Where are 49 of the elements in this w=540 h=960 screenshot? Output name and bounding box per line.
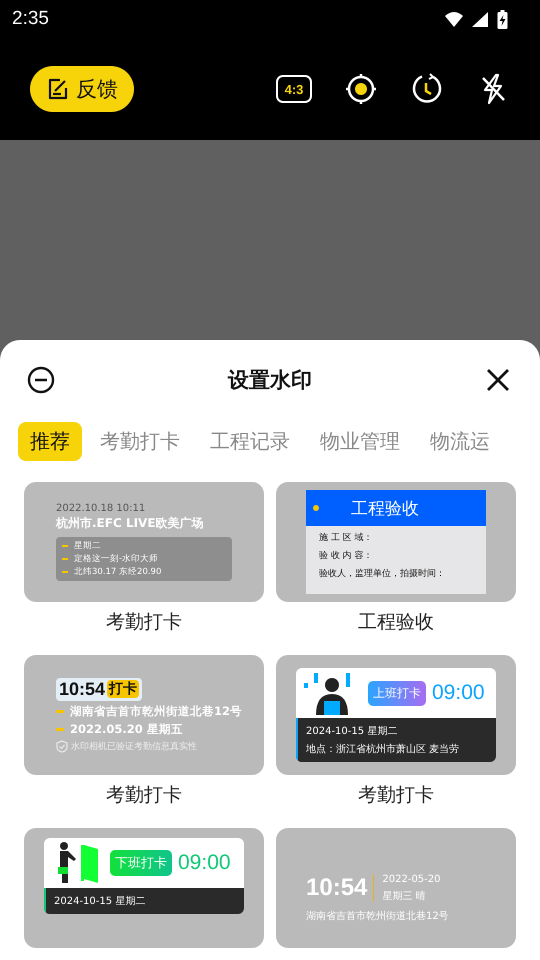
form-field-label: 验 收 内 容：	[318, 550, 374, 562]
feedback-button[interactable]: 反馈	[30, 66, 134, 112]
template-label: 考勤打卡	[106, 783, 182, 808]
clock-time: 10:54	[306, 874, 374, 902]
dot-icon	[313, 505, 319, 511]
template-label: 考勤打卡	[358, 783, 434, 808]
watermark-time: 2022.10.18 10:11	[56, 503, 146, 514]
wifi-icon	[444, 10, 464, 28]
clock-time: 10:54	[59, 678, 106, 700]
place-line: 地点：浙江省杭州市萧山区 麦当劳	[306, 742, 460, 756]
weather-line: 星期三 晴	[382, 890, 427, 902]
info-line: 星期二	[74, 540, 101, 552]
form-field-label: 施 工 区 域：	[318, 532, 374, 544]
info-line: 定格这一刻-水印大师	[74, 552, 158, 565]
category-tab[interactable]: 推荐	[18, 422, 82, 460]
watermark-place: 杭州市.EFC LIVE欧美广场	[56, 516, 204, 532]
signal-icon	[472, 11, 489, 27]
template-label: 考勤打卡	[106, 610, 182, 635]
template-label: 工程验收	[358, 610, 434, 635]
template-card[interactable]: 工程验收 施 工 区 域： 验 收 内 容： 验收人，监理单位，拍摄时间：	[276, 482, 516, 602]
address-line: 湖南省吉首市乾州街道北巷12号	[306, 910, 450, 922]
form-title: 工程验收	[351, 498, 419, 520]
edit-icon	[46, 77, 70, 101]
duty-time: 09:00	[432, 681, 485, 705]
focus-icon[interactable]	[344, 72, 378, 106]
info-line: 湖南省吉首市乾州街道北巷12号	[70, 704, 242, 718]
form-field-label: 验收人，监理单位，拍摄时间：	[318, 568, 446, 580]
category-tab[interactable]: 工程记录	[198, 422, 302, 460]
template-card[interactable]: 2022.10.18 10:11 杭州市.EFC LIVE欧美广场 星期二 定格这一刻-水印大师 北纬30.17 东经20.90	[24, 482, 264, 602]
sheet-title: 设置水印	[228, 367, 312, 394]
punch-tag: 打卡	[107, 680, 140, 698]
aspect-ratio-button[interactable]: 4:3	[276, 75, 312, 103]
category-tab[interactable]: 物业管理	[308, 422, 412, 460]
category-tab[interactable]: 考勤打卡	[88, 422, 192, 460]
duty-time: 09:00	[178, 851, 231, 875]
template-card[interactable]: 上班打卡 09:00 2024-10-15 星期二 地点：浙江省杭州市萧山区 麦当劳	[276, 655, 516, 775]
battery-icon	[497, 10, 508, 28]
info-line: 北纬30.17 东经20.90	[74, 566, 162, 578]
status-time: 2:35	[12, 8, 49, 30]
duty-badge: 下班打卡	[110, 850, 172, 876]
info-line: 2022.05.20 星期五	[70, 722, 183, 736]
date-line: 2024-10-15 星期二	[306, 724, 398, 738]
shield-icon	[56, 740, 68, 752]
template-card[interactable]: 下班打卡 09:00 2024-10-15 星期二	[24, 828, 264, 948]
category-tab[interactable]: 物流运	[418, 422, 502, 460]
date-line: 2024-10-15 星期二	[54, 894, 146, 908]
duty-badge: 上班打卡	[368, 680, 426, 706]
date-line: 2022-05-20	[382, 874, 441, 884]
minus-circle-icon[interactable]	[26, 365, 56, 395]
